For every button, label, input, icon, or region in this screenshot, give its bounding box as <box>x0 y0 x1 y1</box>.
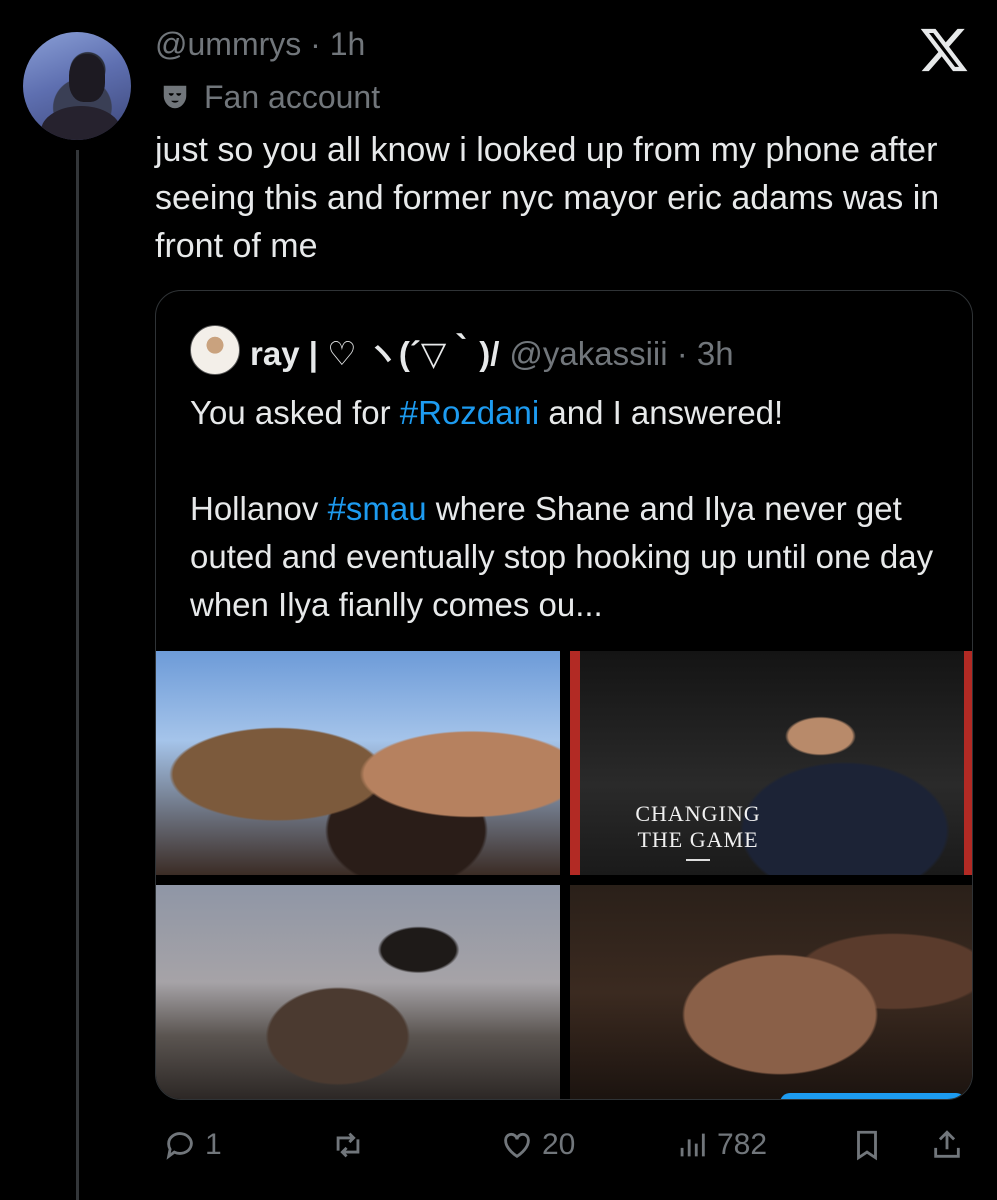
like-icon <box>504 1132 530 1159</box>
quote-text-line1-pre: You asked for <box>190 394 400 431</box>
share-button[interactable] <box>930 1120 964 1170</box>
thread-line <box>76 150 79 1200</box>
x-logo-icon <box>920 28 968 72</box>
quote-header: ray | ♡ ヽ(´▽｀)/ @yakassiii · 3h <box>250 327 734 375</box>
hashtag-rozdani[interactable]: #Rozdani <box>400 394 539 431</box>
repost-button[interactable] <box>331 1120 365 1170</box>
post-handle-time[interactable]: @ummrys · 1h <box>155 26 365 63</box>
fan-account-label: Fan account <box>160 78 380 116</box>
repost-icon <box>336 1132 360 1158</box>
quote-avatar[interactable] <box>190 325 240 375</box>
quote-tweet-card[interactable]: ray | ♡ ヽ(´▽｀)/ @yakassiii · 3h You aske… <box>155 290 973 1100</box>
like-button[interactable]: 20 <box>500 1120 575 1170</box>
share-icon <box>934 1130 960 1158</box>
bookmark-icon <box>857 1130 877 1161</box>
bookmark-button[interactable] <box>850 1120 884 1170</box>
quote-handle-time[interactable]: @yakassiii · 3h <box>509 335 733 373</box>
quote-display-name[interactable]: ray | ♡ ヽ(´▽｀)/ <box>250 327 499 375</box>
media-image-3[interactable] <box>156 885 560 1099</box>
avatar-shoulder <box>41 106 121 140</box>
views-count: 782 <box>717 1128 768 1161</box>
media-grid: CHANGING THE GAME <box>156 651 972 1099</box>
avatar[interactable] <box>23 32 131 140</box>
quote-text-para-pre: Hollanov <box>190 490 328 527</box>
views-button[interactable]: 782 <box>675 1120 767 1170</box>
media-image-2[interactable]: CHANGING THE GAME <box>570 651 972 875</box>
avatar-face <box>69 54 105 102</box>
quote-text: You asked for #Rozdani and I answered! H… <box>190 389 960 629</box>
reply-icon <box>166 1132 193 1160</box>
media-image-1[interactable] <box>156 651 560 875</box>
cover-divider <box>686 859 710 861</box>
media-image-4[interactable] <box>570 885 972 1099</box>
blue-overlay-pill <box>780 1093 966 1099</box>
hashtag-smau[interactable]: #smau <box>328 490 427 527</box>
like-count: 20 <box>542 1128 576 1161</box>
post-text: just so you all know i looked up from my… <box>155 131 940 265</box>
fan-account-text: Fan account <box>204 78 381 115</box>
views-icon <box>680 1133 705 1157</box>
mask-icon <box>163 85 187 109</box>
reply-count: 1 <box>205 1128 222 1161</box>
quote-text-line1-post: and I answered! <box>539 394 784 431</box>
magazine-cover-text: CHANGING THE GAME <box>635 801 761 852</box>
reply-button[interactable]: 1 <box>163 1120 222 1170</box>
action-bar: 1 20 782 <box>155 1120 970 1170</box>
